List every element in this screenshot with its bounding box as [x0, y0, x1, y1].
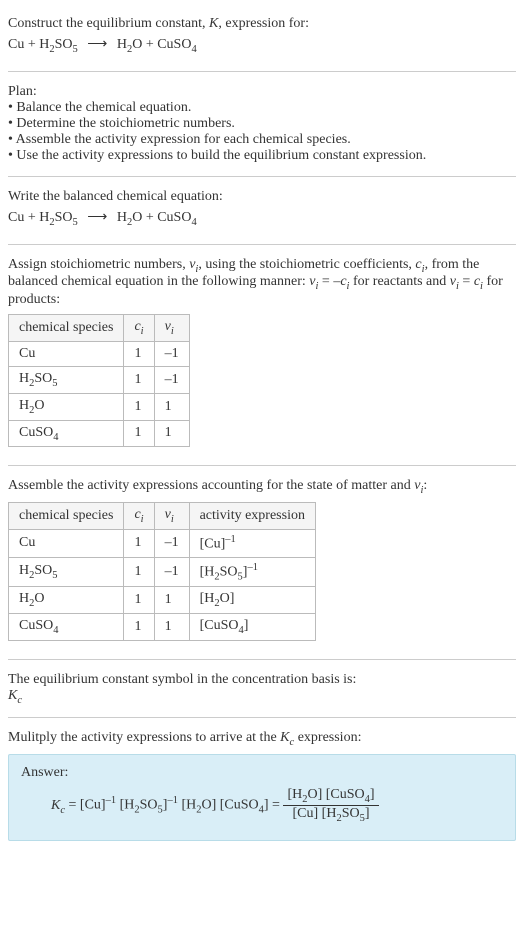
divider [8, 71, 516, 72]
activity-table: chemical species ci νi activity expressi… [8, 502, 316, 641]
multiply-text: Mulitply the activity expressions to arr… [8, 730, 516, 748]
table-row: CuSO4 1 1 [CuSO4] [9, 613, 316, 640]
cell-nui: 1 [154, 420, 189, 447]
cell-ci: 1 [124, 420, 154, 447]
balanced-block: Write the balanced chemical equation: Cu… [8, 181, 516, 240]
fraction-denominator: [Cu] [H2SO5] [283, 806, 378, 824]
answer-label: Answer: [21, 765, 503, 781]
symbol-value: Kc [8, 688, 516, 706]
plan-item: • Use the activity expressions to build … [8, 148, 516, 164]
cell-species: Cu [9, 341, 124, 366]
fraction-numerator: [H2O] [CuSO4] [283, 787, 378, 806]
cell-ci: 1 [124, 341, 154, 366]
table-row: Cu 1 –1 [9, 341, 190, 366]
cell-activity: [H2SO5]–1 [189, 557, 315, 586]
fraction: [H2O] [CuSO4] [Cu] [H2SO5] [283, 787, 378, 824]
table-header: chemical species [9, 503, 124, 530]
cell-ci: 1 [124, 587, 154, 614]
table-row: H2O 1 1 [H2O] [9, 587, 316, 614]
cell-ci: 1 [124, 393, 154, 420]
stoichiometry-block: Assign stoichiometric numbers, νi, using… [8, 249, 516, 462]
plan-item: • Balance the chemical equation. [8, 100, 516, 116]
answer-box: Answer: Kc = [Cu]–1 [H2SO5]–1 [H2O] [CuS… [8, 754, 516, 841]
answer-equation: Kc = [Cu]–1 [H2SO5]–1 [H2O] [CuSO4] = [H… [21, 787, 503, 824]
cell-nui: 1 [154, 613, 189, 640]
table-header: activity expression [189, 503, 315, 530]
divider [8, 465, 516, 466]
cell-nui: –1 [154, 529, 189, 557]
table-header: ci [124, 315, 154, 342]
table-header: chemical species [9, 315, 124, 342]
cell-ci: 1 [124, 529, 154, 557]
symbol-block: The equilibrium constant symbol in the c… [8, 664, 516, 714]
divider [8, 244, 516, 245]
table-header: νi [154, 503, 189, 530]
plan-item: • Determine the stoichiometric numbers. [8, 116, 516, 132]
cell-nui: –1 [154, 366, 189, 393]
cell-species: H2O [9, 393, 124, 420]
table-row: chemical species ci νi activity expressi… [9, 503, 316, 530]
cell-activity: [Cu]–1 [189, 529, 315, 557]
cell-nui: 1 [154, 393, 189, 420]
balanced-equation: Cu + H2SO5 ⟶ H2O + CuSO4 [8, 209, 516, 228]
balanced-heading: Write the balanced chemical equation: [8, 189, 516, 205]
title-block: Construct the equilibrium constant, K, e… [8, 8, 516, 67]
cell-nui: –1 [154, 557, 189, 586]
table-row: CuSO4 1 1 [9, 420, 190, 447]
cell-species: H2O [9, 587, 124, 614]
activity-intro: Assemble the activity expressions accoun… [8, 478, 516, 496]
table-row: H2SO5 1 –1 [H2SO5]–1 [9, 557, 316, 586]
arrow-icon: ⟶ [81, 37, 113, 52]
stoich-intro: Assign stoichiometric numbers, νi, using… [8, 257, 516, 309]
activity-block: Assemble the activity expressions accoun… [8, 470, 516, 654]
cell-species: CuSO4 [9, 420, 124, 447]
multiply-block: Mulitply the activity expressions to arr… [8, 722, 516, 848]
table-row: H2SO5 1 –1 [9, 366, 190, 393]
arrow-icon: ⟶ [81, 210, 113, 225]
stoich-table: chemical species ci νi Cu 1 –1 H2SO5 1 –… [8, 314, 190, 447]
title-text: Construct the equilibrium constant, K, e… [8, 16, 309, 31]
table-header: νi [154, 315, 189, 342]
cell-species: CuSO4 [9, 613, 124, 640]
plan-block: Plan: • Balance the chemical equation. •… [8, 76, 516, 172]
divider [8, 717, 516, 718]
cell-activity: [H2O] [189, 587, 315, 614]
cell-ci: 1 [124, 613, 154, 640]
table-row: H2O 1 1 [9, 393, 190, 420]
table-row: Cu 1 –1 [Cu]–1 [9, 529, 316, 557]
symbol-text: The equilibrium constant symbol in the c… [8, 672, 516, 688]
table-header: ci [124, 503, 154, 530]
cell-species: H2SO5 [9, 366, 124, 393]
cell-nui: –1 [154, 341, 189, 366]
cell-nui: 1 [154, 587, 189, 614]
cell-ci: 1 [124, 366, 154, 393]
cell-activity: [CuSO4] [189, 613, 315, 640]
cell-species: H2SO5 [9, 557, 124, 586]
cell-species: Cu [9, 529, 124, 557]
plan-heading: Plan: [8, 84, 516, 100]
divider [8, 176, 516, 177]
plan-item: • Assemble the activity expression for e… [8, 132, 516, 148]
divider [8, 659, 516, 660]
cell-ci: 1 [124, 557, 154, 586]
table-row: chemical species ci νi [9, 315, 190, 342]
main-equation: Cu + H2SO5 ⟶ H2O + CuSO4 [8, 36, 516, 55]
